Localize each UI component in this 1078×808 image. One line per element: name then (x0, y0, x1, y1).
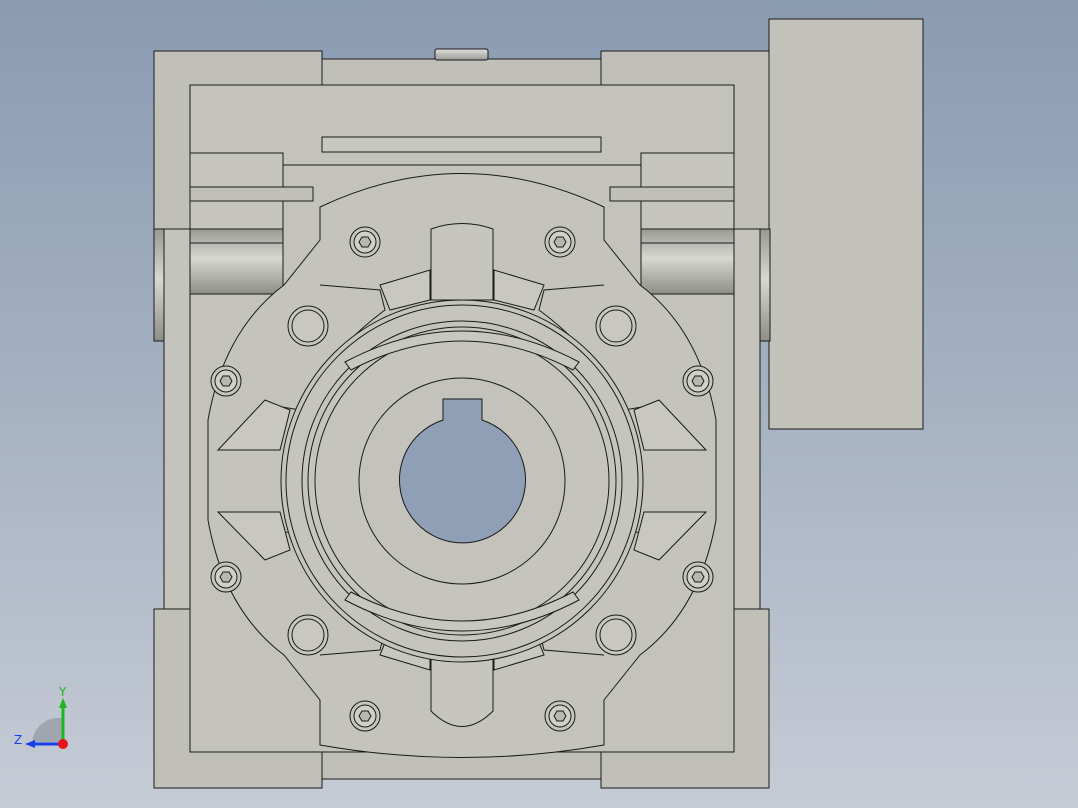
side-boss-left (153, 228, 165, 342)
bolt-mid-right-bottom (682, 561, 714, 593)
mount-hole-3 (287, 614, 329, 656)
worm-cylinder-left (189, 228, 284, 295)
bolt-mid-left-bottom (210, 561, 242, 593)
bolt-mid-left-top (210, 365, 242, 397)
motor-flange-block (768, 18, 924, 430)
z-axis-arrow (25, 740, 35, 748)
gearbox-model[interactable] (0, 0, 1078, 808)
side-strip-right (733, 228, 761, 610)
y-axis-arrow (59, 698, 67, 708)
mount-hole-1 (287, 305, 329, 347)
mount-hole-4 (595, 614, 637, 656)
bolt-top-right (544, 226, 576, 258)
bolt-bottom-left (349, 700, 381, 732)
worm-rib-right (609, 186, 735, 202)
side-strip-left (163, 228, 191, 610)
side-boss-right (759, 228, 771, 342)
top-ear (430, 223, 494, 301)
z-axis-label: Z (14, 733, 22, 747)
triad-plane-arc (32, 718, 62, 742)
top-slot (321, 136, 602, 153)
mount-hole-2 (595, 305, 637, 347)
bolt-mid-right-top (682, 365, 714, 397)
top-shaft-stub (434, 48, 489, 61)
orientation-triad[interactable]: Y Z (10, 684, 80, 754)
bolt-bottom-right (544, 700, 576, 732)
y-axis-label: Y (58, 685, 67, 699)
cad-viewport[interactable]: Y Z (0, 0, 1078, 808)
top-cover-plate (321, 58, 603, 86)
worm-rib-left (189, 186, 314, 202)
x-axis-origin (58, 739, 68, 749)
bolt-top-left (349, 226, 381, 258)
worm-cylinder-right (640, 228, 735, 295)
